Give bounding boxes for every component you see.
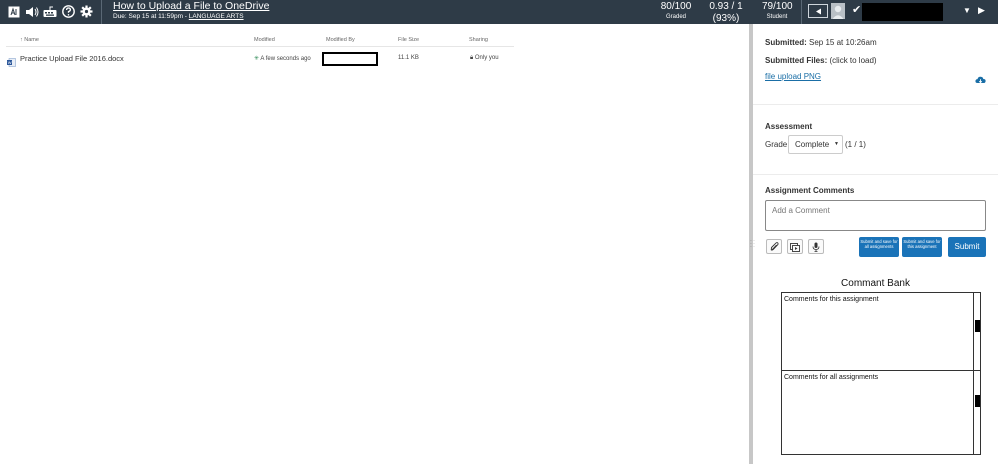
- annotate-icon[interactable]: [7, 4, 20, 19]
- assessment-heading: Assessment: [765, 122, 813, 131]
- comment-input[interactable]: Add a Comment: [765, 200, 986, 231]
- col-file-size[interactable]: File Size: [398, 37, 419, 43]
- media-icon: [790, 242, 800, 252]
- attach-file-button[interactable]: [766, 239, 782, 254]
- grade-points: (1 / 1): [845, 140, 866, 149]
- modified-text: A few seconds ago: [260, 56, 311, 62]
- student-label: Student: [766, 14, 788, 20]
- drag-grip-icon[interactable]: · · ·: [753, 238, 755, 250]
- toolbar-divider: [101, 0, 102, 24]
- col-modified-by[interactable]: Modified By: [326, 37, 355, 43]
- grading-panel: Submitted: Sep 15 at 10:26am Submitted F…: [753, 24, 998, 464]
- section-divider: [753, 174, 998, 175]
- arrow-left-icon: [815, 8, 821, 14]
- submitted-label: Submitted:: [765, 38, 807, 47]
- word-doc-icon: W: [7, 54, 16, 67]
- student-value: 79/100: [762, 1, 793, 12]
- sharing-text: Only you: [474, 55, 499, 61]
- speaker-icon[interactable]: [25, 4, 39, 19]
- lock-icon: 🔒︎: [470, 55, 474, 61]
- comment-bank-all-assignments[interactable]: Comments for all assignments: [782, 371, 980, 454]
- scrollbar[interactable]: [973, 371, 980, 454]
- course-link[interactable]: LANGUAGE ARTS: [189, 13, 244, 20]
- sharing-status: 🔒︎ Only you: [470, 55, 499, 62]
- user-icon: [831, 3, 845, 19]
- keyboard-icon[interactable]: [43, 4, 57, 19]
- scrollbar-thumb[interactable]: [975, 395, 980, 407]
- col-sharing[interactable]: Sharing: [469, 37, 488, 43]
- modified-by-redacted: [322, 52, 378, 66]
- submitted-value: Sep 15 at 10:26am: [809, 38, 877, 47]
- svg-text:W: W: [8, 60, 12, 65]
- cloud-download-icon[interactable]: [975, 72, 986, 90]
- due-text: Due: Sep 15 at 11:59pm -: [113, 13, 189, 20]
- student-name-redacted[interactable]: [862, 3, 943, 21]
- file-name[interactable]: Practice Upload File 2016.docx: [20, 54, 124, 63]
- modified-time: ✳ A few seconds ago: [254, 55, 311, 62]
- previous-student-button[interactable]: [808, 4, 828, 18]
- section-divider: [753, 104, 998, 105]
- comment-bank-this-assignment[interactable]: Comments for this assignment: [782, 293, 980, 371]
- media-comment-button[interactable]: [787, 239, 803, 254]
- assignment-title[interactable]: How to Upload a File to OneDrive: [113, 0, 269, 12]
- comments-heading: Assignment Comments: [765, 186, 855, 195]
- table-row[interactable]: W Practice Upload File 2016.docx ✳ A few…: [0, 50, 520, 68]
- microphone-icon: [812, 242, 820, 252]
- graded-label: Graded: [665, 14, 686, 20]
- grade-label: Grade: [765, 140, 788, 149]
- submitted-info: Submitted: Sep 15 at 10:26am: [765, 38, 877, 47]
- graded-stat: 80/100 Graded: [660, 1, 692, 22]
- graded-value: 80/100: [660, 1, 692, 12]
- gear-icon[interactable]: [79, 4, 93, 19]
- paperclip-icon: [769, 241, 779, 251]
- submitted-files: Submitted Files: (click to load): [765, 56, 877, 65]
- chevron-down-icon: ▼: [834, 141, 839, 147]
- col-modified[interactable]: Modified: [254, 37, 275, 43]
- top-bar: How to Upload a File to OneDrive Due: Se…: [0, 0, 998, 32]
- file-upload-link[interactable]: file upload PNG: [765, 72, 821, 81]
- avatar: [831, 3, 845, 19]
- toolbar-divider: [801, 0, 802, 24]
- bank-all-label: Comments for all assignments: [784, 374, 879, 381]
- scrollbar-thumb[interactable]: [975, 320, 980, 332]
- file-list: ↑ Name Modified Modified By File Size Sh…: [0, 24, 750, 464]
- submitted-files-label: Submitted Files:: [765, 56, 828, 65]
- assignment-due: Due: Sep 15 at 11:59pm - LANGUAGE ARTS: [113, 13, 244, 20]
- grade-select[interactable]: Complete ▼: [788, 135, 843, 154]
- new-indicator-icon: ✳: [254, 56, 260, 62]
- record-audio-button[interactable]: [808, 239, 824, 254]
- help-icon[interactable]: [61, 4, 75, 19]
- submit-button[interactable]: Submit: [948, 237, 986, 257]
- file-size: 11.1 KB: [398, 55, 419, 61]
- comment-bank: Comments for this assignment Comments fo…: [781, 292, 981, 455]
- submit-this-assignment-button[interactable]: Submit and save for this assignment: [902, 237, 942, 257]
- scrollbar[interactable]: [973, 293, 980, 370]
- submit-all-assignments-button[interactable]: Submit and save for all assignments: [859, 237, 899, 257]
- chevron-down-icon[interactable]: ▼: [963, 6, 971, 15]
- next-student-button[interactable]: ▶: [978, 5, 985, 16]
- check-icon: ✔: [852, 4, 862, 16]
- col-name[interactable]: ↑ Name: [20, 37, 39, 43]
- comment-bank-title: Commant Bank: [841, 278, 910, 289]
- header-divider: [6, 46, 514, 47]
- submitted-files-hint: (click to load): [829, 56, 877, 65]
- average-value: 0.93 / 1 (93%): [709, 1, 743, 24]
- grade-value: Complete: [795, 140, 830, 149]
- student-stat: 79/100 Student: [762, 1, 793, 22]
- bank-this-label: Comments for this assignment: [784, 296, 879, 303]
